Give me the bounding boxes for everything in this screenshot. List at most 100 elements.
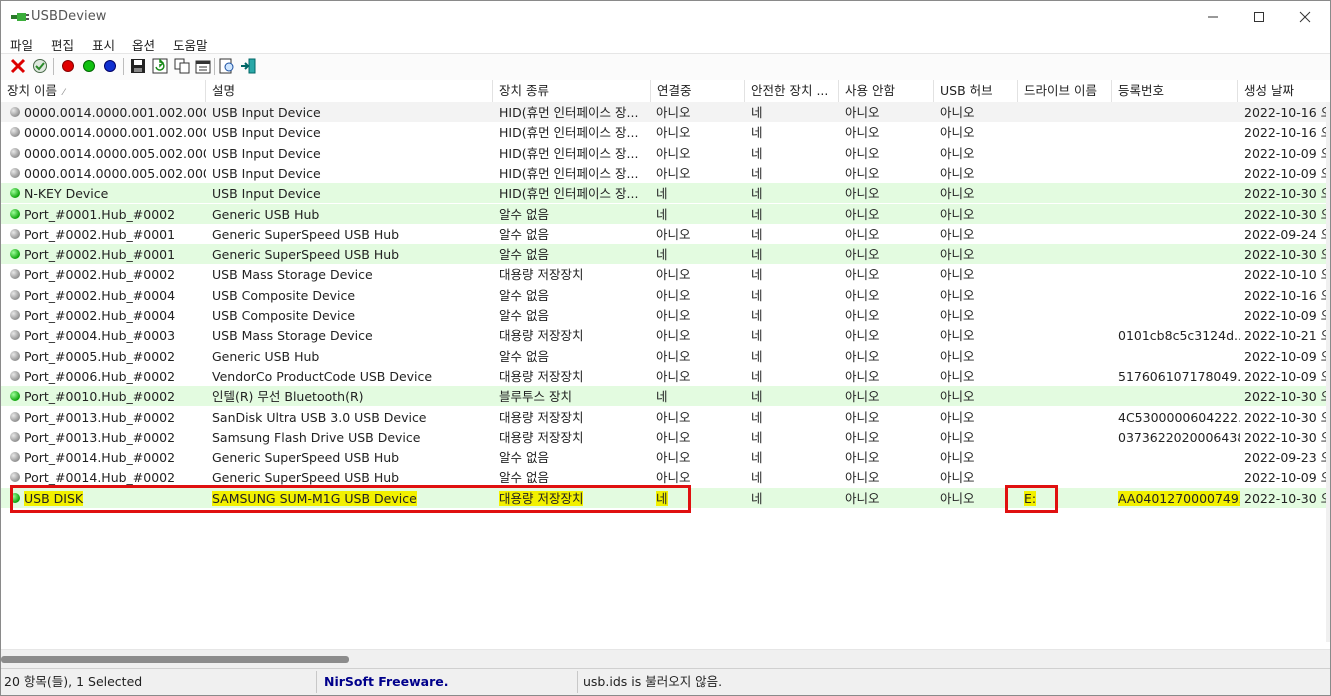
table-row[interactable]: Port_#0010.Hub_#0002 인텔(R) 무선 Bluetooth(R… — [1, 386, 1330, 407]
table-cell: 아니오 — [845, 143, 935, 163]
cell-text: USB Input Device — [212, 165, 321, 181]
table-cell: 2022-10-09 오후 — [1244, 467, 1330, 487]
menu-edit[interactable]: 편집 — [51, 35, 74, 54]
table-cell — [1118, 386, 1240, 406]
table-row[interactable]: Port_#0002.Hub_#0004 USB Composite Device… — [1, 305, 1330, 325]
column-header-drive-letter[interactable]: 드라이브 이름 — [1018, 80, 1112, 102]
disconnected-status-icon — [10, 167, 20, 178]
table-cell: 아니오 — [656, 427, 746, 447]
red-light-icon — [62, 60, 74, 72]
column-header-created-date[interactable]: 생성 날짜 — [1238, 80, 1330, 102]
table-cell: 아니오 — [940, 407, 1020, 427]
column-header-description[interactable]: 설명 — [206, 80, 493, 102]
table-row[interactable]: 0000.0014.0000.001.002.000.0... USB Input… — [1, 122, 1330, 142]
table-cell: Port_#0005.Hub_#0002 — [24, 346, 206, 366]
menu-help[interactable]: 도움말 — [173, 35, 208, 54]
save-icon — [131, 59, 145, 73]
table-row[interactable]: Port_#0013.Hub_#0002 SanDisk Ultra USB 3.… — [1, 407, 1330, 427]
menu-options[interactable]: 옵션 — [132, 35, 155, 54]
blue-light-button[interactable] — [101, 57, 119, 75]
properties-button[interactable] — [194, 57, 212, 75]
cell-text: 네 — [656, 247, 668, 263]
disconnected-status-icon — [10, 147, 20, 158]
table-row[interactable]: Port_#0002.Hub_#0002 USB Mass Storage Dev… — [1, 264, 1330, 284]
table-cell: 네 — [751, 285, 841, 305]
connected-status-icon — [10, 208, 20, 219]
table-row[interactable]: Port_#0005.Hub_#0002 Generic USB Hub 알수 없음… — [1, 346, 1330, 366]
table-cell: USB Input Device — [212, 102, 493, 122]
refresh-button[interactable] — [151, 57, 169, 75]
disconnect-button[interactable] — [9, 57, 27, 75]
save-button[interactable] — [129, 57, 147, 75]
column-header-device-type[interactable]: 장치 종류 — [493, 80, 651, 102]
table-row[interactable]: Port_#0014.Hub_#0002 Generic SuperSpeed U… — [1, 447, 1330, 467]
table-cell: 0000.0014.0000.001.002.000.0... — [24, 102, 206, 122]
column-header-device-name[interactable]: 장치 이름 ⁄ — [1, 80, 206, 102]
red-light-button[interactable] — [59, 57, 77, 75]
table-row[interactable]: Port_#0013.Hub_#0002 Samsung Flash Drive … — [1, 427, 1330, 447]
column-header-disabled[interactable]: 사용 안함 — [839, 80, 934, 102]
table-cell — [1118, 447, 1240, 467]
table-row[interactable]: Port_#0001.Hub_#0002 Generic USB Hub 알수 없음… — [1, 203, 1330, 224]
green-light-button[interactable] — [80, 57, 98, 75]
cell-text: 네 — [656, 206, 668, 222]
table-cell — [1024, 122, 1114, 142]
column-header-safe-device[interactable]: 안전한 장치 ... — [745, 80, 839, 102]
close-button[interactable] — [1282, 1, 1328, 33]
device-list[interactable]: 장치 이름 ⁄ 설명 장치 종류 연결중 안전한 장치 ... 사용 안함 USB… — [1, 80, 1330, 650]
menu-view[interactable]: 표시 — [92, 35, 115, 54]
column-header-serial-number[interactable]: 등록번호 — [1112, 80, 1238, 102]
table-cell — [1024, 447, 1114, 467]
cell-text: 2022-10-09 오후 — [1244, 368, 1330, 384]
nirsoft-link[interactable]: NirSoft Freeware. http://www.nirsoft.net — [319, 671, 578, 693]
cell-text: 네 — [751, 368, 763, 384]
cell-text: 네 — [751, 409, 763, 425]
cell-text: VendorCo ProductCode USB Device — [212, 368, 433, 384]
column-header-usb-hub[interactable]: USB 허브 — [934, 80, 1018, 102]
table-row[interactable]: 0000.0014.0000.005.002.000.0... USB Input… — [1, 143, 1330, 163]
table-cell: HID(휴먼 인터페이스 장... — [499, 143, 651, 163]
uninstall-button[interactable] — [31, 57, 49, 75]
cell-text: HID(휴먼 인터페이스 장... — [499, 105, 639, 120]
horizontal-scrollbar[interactable] — [1, 649, 1330, 668]
maximize-button[interactable] — [1236, 1, 1282, 33]
table-cell: 아니오 — [940, 447, 1020, 467]
table-row[interactable]: N-KEY Device USB Input Device HID(휴먼 인터페이스… — [1, 183, 1330, 204]
cell-text: 아니오 — [656, 226, 691, 242]
table-cell: 아니오 — [845, 447, 935, 467]
minimize-button[interactable] — [1190, 1, 1236, 33]
horizontal-scroll-thumb[interactable] — [1, 656, 349, 663]
status-bar: 20 항목(들), 1 Selected NirSoft Freeware. h… — [1, 668, 1330, 695]
cell-text: 아니오 — [845, 105, 880, 120]
table-row[interactable]: Port_#0002.Hub_#0001 Generic SuperSpeed U… — [1, 224, 1330, 244]
table-cell: 아니오 — [656, 346, 746, 366]
table-row[interactable]: Port_#0006.Hub_#0002 VendorCo ProductCode… — [1, 366, 1330, 386]
menu-file[interactable]: 파일 — [10, 35, 33, 54]
table-cell: Port_#0002.Hub_#0001 — [24, 224, 206, 244]
column-header-connected[interactable]: 연결중 — [651, 80, 745, 102]
minimize-icon — [1208, 16, 1218, 18]
table-row[interactable]: Port_#0002.Hub_#0004 USB Composite Device… — [1, 285, 1330, 305]
table-cell: 대용량 저장장치 — [499, 264, 651, 284]
cell-text: 2022-09-23 오후 — [1244, 450, 1330, 466]
copy-button[interactable] — [173, 57, 191, 75]
cell-text: 2022-10-16 오후 — [1244, 125, 1330, 141]
table-row[interactable]: 0000.0014.0000.001.002.000.0... USB Input… — [1, 102, 1330, 122]
html-report-button[interactable] — [218, 57, 236, 75]
cell-text: 0101cb8c5c3124d... — [1118, 328, 1240, 344]
table-cell: 2022-10-09 오후 — [1244, 346, 1330, 366]
exit-button[interactable] — [239, 57, 257, 75]
disconnected-status-icon — [10, 310, 20, 320]
table-cell: USB Input Device — [212, 183, 493, 203]
cell-text: 네 — [751, 105, 763, 120]
table-cell: 2022-10-30 오후 — [1244, 427, 1330, 447]
vertical-scrollbar[interactable] — [1326, 102, 1330, 642]
table-row[interactable]: Port_#0004.Hub_#0003 USB Mass Storage Dev… — [1, 325, 1330, 345]
table-row[interactable]: Port_#0002.Hub_#0001 Generic SuperSpeed U… — [1, 244, 1330, 265]
table-row[interactable]: 0000.0014.0000.005.002.000.0... USB Input… — [1, 163, 1330, 183]
cell-text: Port_#0014.Hub_#0002 — [24, 450, 176, 466]
table-cell: Generic USB Hub — [212, 204, 493, 224]
table-cell: 아니오 — [845, 366, 935, 386]
refresh-icon — [152, 58, 168, 74]
table-cell — [1024, 143, 1114, 163]
